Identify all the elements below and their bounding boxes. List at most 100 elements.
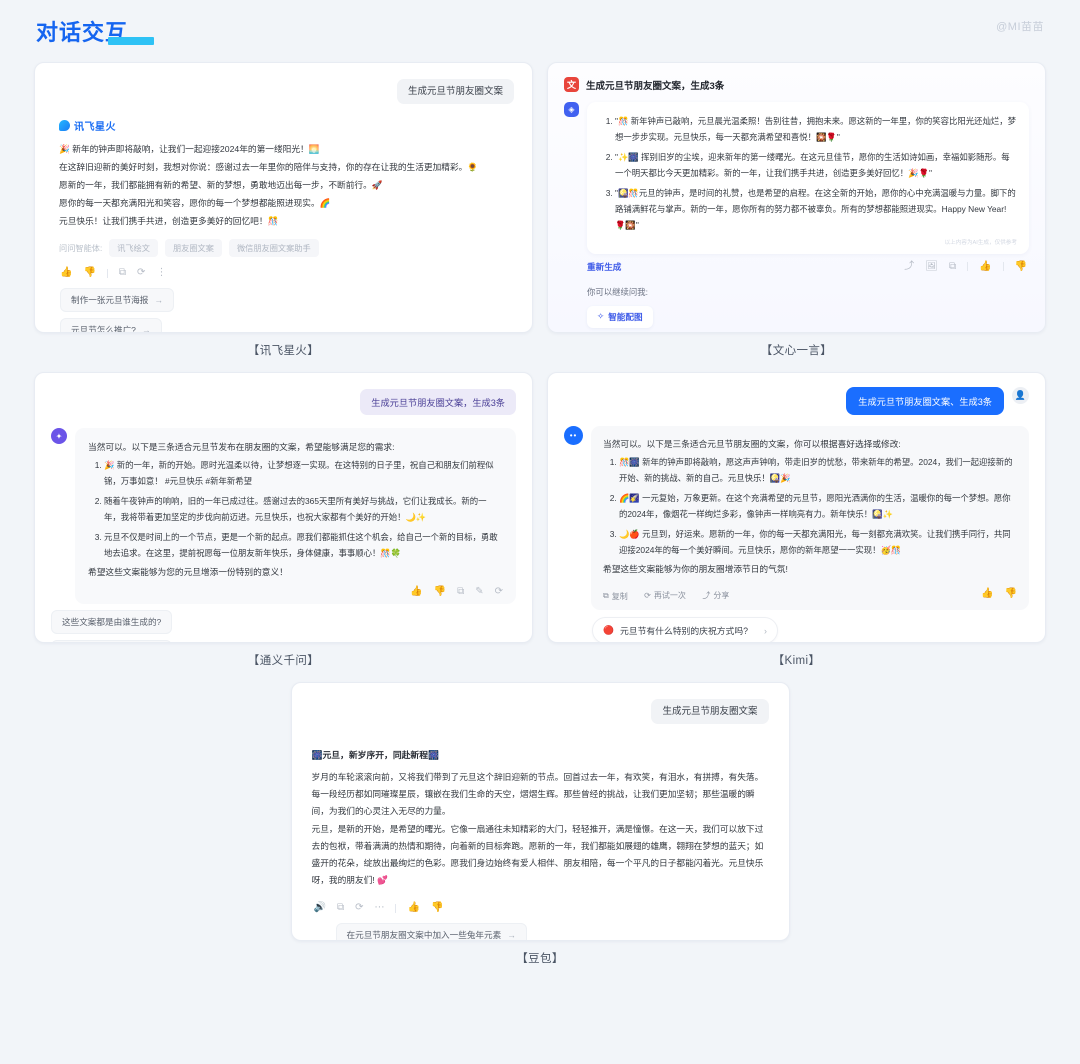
user-message-row: 文 生成元旦节朋友圈文案，生成3条 [564,77,1029,92]
dislike-icon[interactable]: 👎 [1015,261,1027,272]
assistant-answer-bubble: 当然可以。以下是三条适合元旦节朋友圈的文案，你可以根据喜好选择或修改: 🎊🎆 新… [591,426,1029,611]
user-query-bubble: 生成元旦节朋友圈文案、生成3条 [846,387,1004,415]
action-divider [106,268,108,278]
card-cell-doubao: 生成元旦节朋友圈文案 🎆元旦，新岁序开，同赴新程🎆 岁月的车轮滚滚向前，又将我们… [34,682,1046,966]
like-icon[interactable]: 👍 [410,587,422,597]
cards-grid: 生成元旦节朋友圈文案 讯飞星火 🎉 新年的钟声即将敲响，让我们一起迎接2024年… [34,62,1046,966]
copy-button[interactable]: ⧉ 复制 [603,591,628,602]
dislike-icon[interactable]: 👎 [434,587,446,597]
action-divider [967,262,969,272]
card-caption: 【通义千问】 [247,655,320,667]
card-caption: 【豆包】 [516,953,564,965]
like-icon[interactable]: 👍 [981,589,993,599]
card-doubao: 生成元旦节朋友圈文案 🎆元旦，新岁序开，同赴新程🎆 岁月的车轮滚滚向前，又将我们… [290,682,790,941]
copy-icon: ⧉ [603,591,609,601]
page-root: 对话交互 @MI苗苗 生成元旦节朋友圈文案 讯飞星火 🎉 新年的钟声即将敲响，让… [0,0,1080,1064]
assistant-avatar-icon: ✦ [51,428,67,444]
chevron-right-icon: › [764,625,767,636]
user-query-text: 生成元旦节朋友圈文案，生成3条 [586,80,725,92]
bubble-icon-actions: 👍 👎 ⧉ ✎ ⟳ [410,587,503,597]
card-cell-kimi: 生成元旦节朋友圈文案、生成3条 👤 •• 当然可以。以下是三条适合元旦节朋友圈的… [547,372,1046,668]
answer-list-item: 随着午夜钟声的响响，旧的一年已成过往。感谢过去的365天里所有美好与挑战，它们让… [104,493,503,526]
speaker-icon[interactable]: 🔊 [314,903,326,913]
copy-icon[interactable]: ⧉ [949,261,956,272]
copy-icon[interactable]: ⧉ [457,587,464,597]
card-cell-qianwen: 生成元旦节朋友圈文案，生成3条 ✦ 当然可以。以下是三条适合元旦节发布在朋友圈的… [34,372,533,668]
share-icon: ⤴ [702,591,711,601]
like-icon[interactable]: 👍 [60,268,72,278]
agent-tag[interactable]: 讯飞绘文 [109,239,158,258]
suggestion-text: 元旦节有什么特别的庆祝方式吗? [619,626,749,637]
edit-icon[interactable]: ✎ [475,587,483,597]
page-title: 对话交互 [34,15,154,47]
dislike-icon[interactable]: 👎 [83,268,95,278]
message-action-bar: ⧉ 复制 ⟳ 再试一次 ⤴ 分享 👍 👎 [603,585,1017,603]
magic-wand-icon: ✧ [597,311,605,322]
page-header: 对话交互 @MI苗苗 [34,0,1046,62]
suggestion-chip[interactable]: 在元旦节朋友圈文案中加入一些兔年元素 → [335,923,527,941]
more-icon[interactable]: ⋮ [156,268,166,278]
follow-up-label: 你可以继续问我: [587,286,648,297]
share-icon[interactable]: ⤴ [904,261,914,272]
suggestion-chip[interactable]: 这些文案适合哪些人发布? [51,640,173,642]
message-action-bar: 🔊 ⧉ ⟳ ⋯ 👍 👎 [314,903,769,913]
arrow-icon: → [141,325,151,333]
refresh-icon[interactable]: ⟳ [355,903,363,913]
assistant-answer-body: 🎉 新年的钟声即将敲响，让我们一起迎接2024年的第一缕阳光！🌅 在这辞旧迎新的… [59,141,514,230]
user-message-row: 生成元旦节朋友圈文案、生成3条 👤 [564,387,1029,415]
answer-intro: 当然可以。以下是三条适合元旦节发布在朋友圈的文案，希望能够满足您的需求: [88,442,395,452]
suggestion-chip[interactable]: 🔴 元旦节有什么特别的庆祝方式吗? › [592,617,778,642]
dislike-icon[interactable]: 👎 [431,903,443,913]
copy-icon[interactable]: ⧉ [337,903,344,913]
answer-paragraph: 元旦快乐！让我们携手共进，创造更多美好的回忆吧！🎊 [59,216,279,227]
assistant-avatar-icon: •• [564,426,583,445]
share-button[interactable]: ⤴ 分享 [702,590,729,601]
smart-image-button[interactable]: ✧ 智能配图 [587,305,653,328]
answer-paragraph: 在这辞旧迎新的美好时刻，我想对你说：感谢过去一年里你的陪伴与支持，你的存在让我的… [59,162,479,173]
card-caption: 【讯飞星火】 [247,345,320,357]
dislike-icon[interactable]: 👎 [1005,589,1017,599]
refresh-icon[interactable]: ⟳ [137,268,145,278]
card-caption: 【文心一言】 [760,345,833,357]
user-query-bubble: 生成元旦节朋友圈文案 [651,699,769,725]
answer-paragraph: 🎉 新年的钟声即将敲响，让我们一起迎接2024年的第一缕阳光！🌅 [59,144,320,155]
agent-tag-row: 问问智能体: 讯飞绘文 朋友圈文案 微信朋友圈文案助手 [59,239,514,258]
assistant-answer-bubble: "🎊 新年钟声已敲响，元旦晨光温柔照！告别往昔，拥抱未来。愿这新的一年里，你的笑… [587,102,1029,254]
agent-tag[interactable]: 朋友圈文案 [164,239,222,258]
message-action-bar: 👍 👎 ⧉ ✎ ⟳ [88,587,503,597]
right-action-group: 👍 👎 [981,589,1017,599]
more-icon[interactable]: ⋯ [374,903,384,913]
refresh-icon: ⟳ [644,591,651,601]
card-xinghuo: 生成元旦节朋友圈文案 讯飞星火 🎉 新年的钟声即将敲响，让我们一起迎接2024年… [34,62,533,333]
title-underline-decoration [108,37,154,45]
message-action-bar: 重新生成 ⤴ 🖼 ⧉ 👍 👎 [587,261,1027,273]
answer-closing: 希望这些文案能够为你的朋友圈增添节日的气氛! [603,564,788,575]
copy-icon[interactable]: ⧉ [119,268,126,278]
card-kimi: 生成元旦节朋友圈文案、生成3条 👤 •• 当然可以。以下是三条适合元旦节朋友圈的… [547,372,1046,643]
regenerate-button[interactable]: 重新生成 [587,261,621,273]
user-avatar: 文 [564,77,579,92]
answer-list-item: 🌈🌠 一元复始，万象更新。在这个充满希望的元旦节，愿阳光洒满你的生活，温暖你的每… [619,490,1017,523]
answer-list: 🎊🎆 新年的钟声即将敲响，愿这声声钟响，带走旧岁的忧愁，带来新年的希望。2024… [603,454,1017,558]
suggestion-chip[interactable]: 元旦节怎么推广? → [60,318,162,333]
suggestion-list: 在元旦节朋友圈文案中加入一些兔年元素→ 推荐一些元旦节朋友圈文案的优秀范本→ 分… [312,923,769,941]
suggestion-emoji-icon: 🔴 [603,625,614,636]
agent-tag[interactable]: 微信朋友圈文案助手 [228,239,319,258]
like-icon[interactable]: 👍 [979,261,991,272]
image-icon[interactable]: 🖼 [925,261,938,272]
refresh-icon[interactable]: ⟳ [495,587,503,597]
answer-list: 🎉 新的一年，新的开始。愿时光温柔以待，让梦想逐一实现。在这特别的日子里，祝自己… [88,457,503,561]
answer-list-item: "🎑🎊元旦的钟声，是时间的礼赞，也是希望的启程。在这全新的开始，愿你的心中充满温… [615,185,1017,234]
action-divider [395,903,397,913]
user-query-bubble: 生成元旦节朋友圈文案，生成3条 [360,389,516,415]
suggestion-chip[interactable]: 这些文案都是由谁生成的? [51,610,173,635]
arrow-icon: → [507,930,516,941]
retry-button[interactable]: ⟳ 再试一次 [644,590,686,601]
answer-intro: 当然可以。以下是三条适合元旦节朋友圈的文案，你可以根据喜好选择或修改: [603,439,901,449]
like-icon[interactable]: 👍 [407,903,419,913]
card-cell-xinghuo: 生成元旦节朋友圈文案 讯飞星火 🎉 新年的钟声即将敲响，让我们一起迎接2024年… [34,62,533,358]
smart-image-label: 智能配图 [608,311,643,322]
answer-list-item: "✨🎆 挥别旧岁的尘埃，迎来新年的第一缕曙光。在这元旦佳节，愿你的生活如诗如画，… [615,149,1017,182]
suggestion-chip[interactable]: 制作一张元旦节海报 → [60,288,174,313]
retry-label: 再试一次 [653,591,686,601]
